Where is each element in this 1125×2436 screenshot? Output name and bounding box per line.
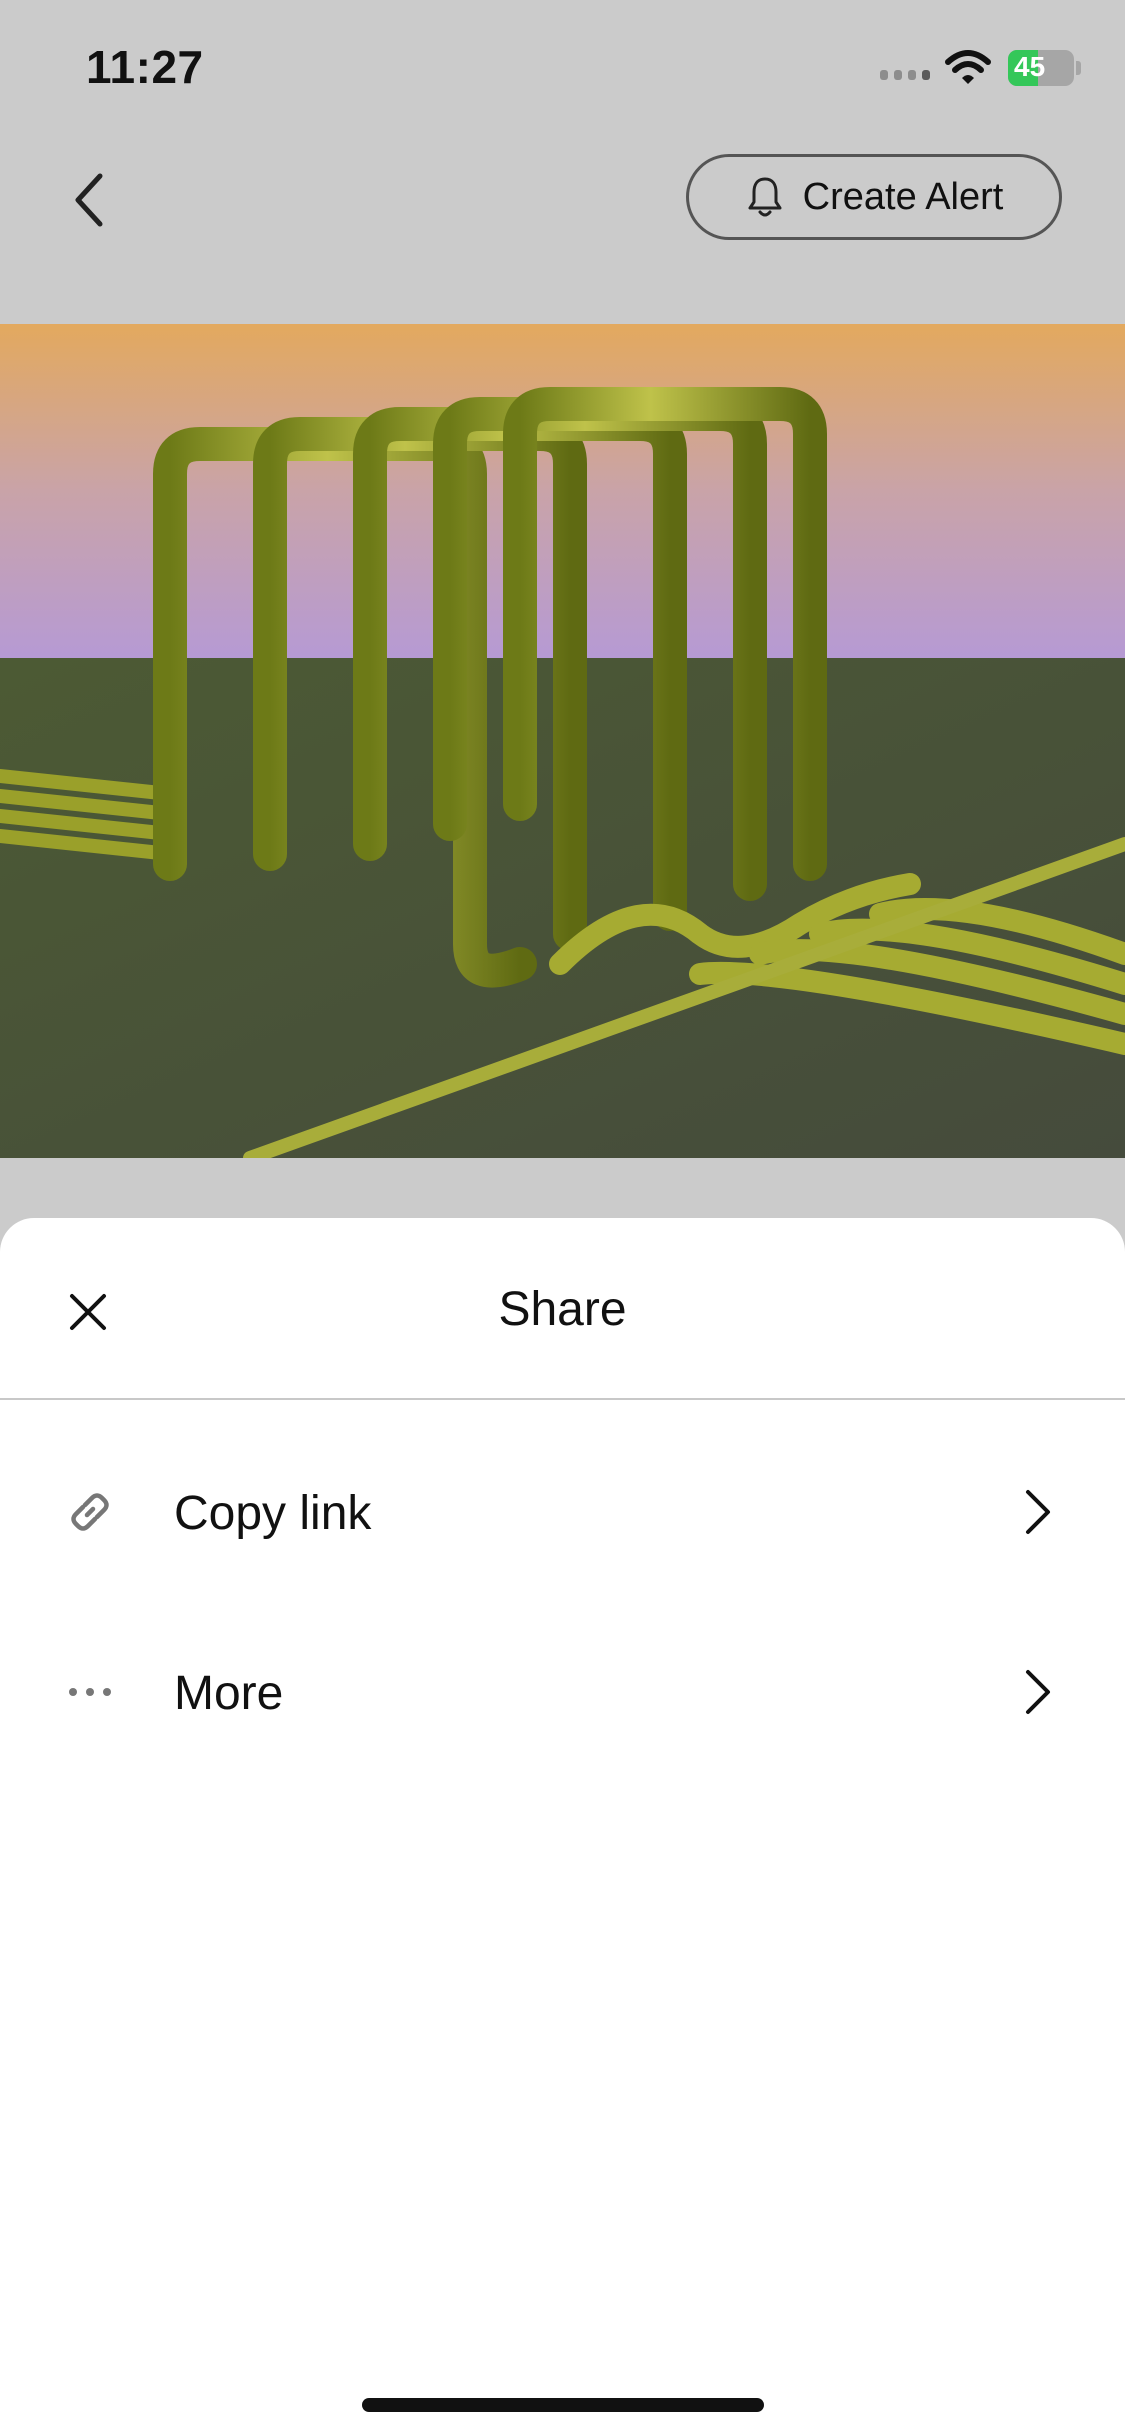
share-sheet: Share Copy link More: [0, 1218, 1125, 2436]
artwork-image[interactable]: [0, 324, 1125, 1158]
battery-level: 45: [1014, 51, 1046, 82]
battery-tip: [1076, 61, 1081, 75]
sheet-divider: [0, 1398, 1125, 1400]
wifi-icon: [945, 50, 991, 84]
create-alert-button[interactable]: Create Alert: [686, 154, 1062, 240]
copy-link-label: Copy link: [174, 1487, 372, 1540]
create-alert-label: Create Alert: [802, 175, 1004, 218]
sheet-title: Share: [498, 1283, 627, 1336]
link-icon: [62, 1484, 118, 1540]
chevron-right-icon: [1026, 1670, 1050, 1714]
more-dots-icon: [62, 1664, 118, 1720]
bell-icon: [748, 177, 782, 217]
home-indicator[interactable]: [362, 2398, 764, 2412]
battery-icon: 45: [1008, 50, 1074, 86]
chevron-right-icon: [1026, 1490, 1050, 1534]
copy-link-option[interactable]: Copy link: [0, 1442, 1125, 1582]
more-label: More: [174, 1667, 284, 1720]
status-bar: 11:27 45: [0, 0, 1125, 130]
cellular-signal-icon: [880, 70, 930, 80]
status-time: 11:27: [86, 41, 204, 93]
more-option[interactable]: More: [0, 1622, 1125, 1762]
back-button[interactable]: [66, 170, 116, 230]
